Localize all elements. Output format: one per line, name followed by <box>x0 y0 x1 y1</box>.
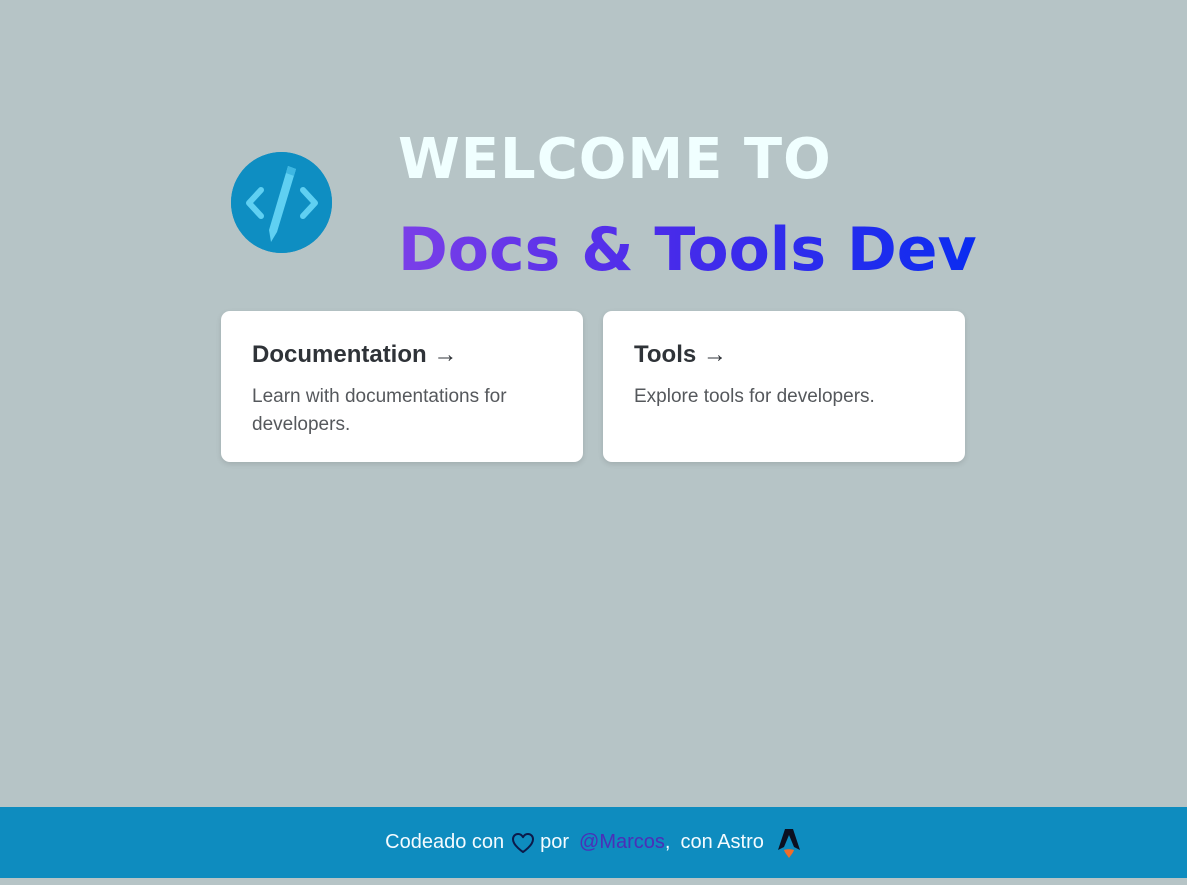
code-pencil-icon <box>231 152 332 253</box>
tools-card-description: Explore tools for developers. <box>634 386 875 407</box>
footer-coded-with-text: Codeado con <box>385 831 505 853</box>
tools-card[interactable]: Tools → Explore tools for developers. <box>603 311 965 462</box>
cards-grid: Documentation → Learn with documentation… <box>221 311 965 462</box>
heart-icon <box>510 830 536 856</box>
welcome-heading: WELCOME TO <box>398 127 832 192</box>
astro-logo-icon[interactable] <box>776 826 802 860</box>
tools-card-title: Tools → <box>634 341 727 368</box>
footer-with-astro-text: con Astro <box>680 831 764 853</box>
bottom-strip <box>0 878 1187 885</box>
brand-title: Docs & Tools Dev <box>398 215 977 285</box>
hero-section: WELCOME TO Docs & Tools Dev <box>0 0 1187 300</box>
footer-comma: , <box>664 831 671 853</box>
documentation-card-description: Learn with documentations for developers… <box>252 386 507 435</box>
author-link[interactable]: @Marcos <box>579 831 665 854</box>
footer: Codeado con por @Marcos, con Astro <box>0 807 1187 878</box>
documentation-card-title: Documentation → <box>252 341 458 368</box>
documentation-card[interactable]: Documentation → Learn with documentation… <box>221 311 583 462</box>
footer-by-text: por <box>540 831 570 853</box>
